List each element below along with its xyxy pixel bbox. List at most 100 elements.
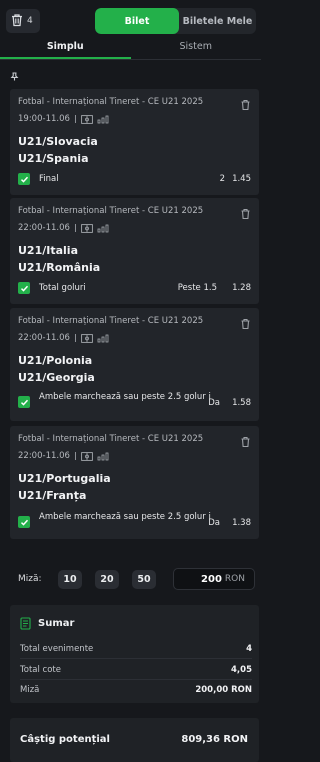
stats-icon	[97, 115, 109, 123]
clear-betslip-button[interactable]: 4	[6, 9, 40, 33]
check-icon	[20, 519, 28, 526]
odd-value: 1.58	[232, 398, 251, 408]
event-meta: 19:00-11.06	[18, 114, 109, 124]
trash-icon	[241, 436, 250, 448]
market-name: Ambele marchează sau peste 2.5 golur i	[39, 392, 211, 402]
quick-stake-10-button[interactable]: 10	[58, 570, 82, 589]
check-icon	[20, 176, 28, 183]
summary-panel: Sumar Total evenimente 4 Total cote 4,05…	[10, 605, 259, 703]
segment-biletele-mele[interactable]: Biletele Mele	[179, 8, 256, 34]
event-meta: 22:00-11.06	[18, 333, 109, 343]
league-name: Fotbal - Internațional Tineret - CE U21 …	[18, 316, 204, 326]
summary-row-stake: Miză 200,00 RON	[20, 685, 252, 695]
selection-card: Fotbal - Internațional Tineret - CE U21 …	[10, 198, 259, 304]
selection-card: Fotbal - Internațional Tineret - CE U21 …	[10, 89, 259, 195]
market-name: Final	[39, 174, 59, 184]
summary-label: Total evenimente	[20, 644, 94, 654]
odd-value: 1.38	[232, 518, 251, 528]
remove-selection-button[interactable]	[240, 205, 251, 224]
pick-value: Peste 1.5	[177, 283, 217, 293]
divider	[74, 115, 76, 123]
stake-input[interactable]: 200 RON	[173, 568, 255, 590]
check-icon	[20, 399, 28, 406]
away-team: U21/Georgia	[18, 371, 95, 384]
home-team: U21/Slovacia	[18, 135, 98, 148]
league-name: Fotbal - Internațional Tineret - CE U21 …	[18, 434, 204, 444]
tab-simplu[interactable]: Simplu	[0, 40, 131, 60]
divider	[74, 224, 76, 232]
summary-value: 4	[246, 644, 252, 654]
summary-value: 4,05	[231, 665, 252, 675]
home-team: U21/Italia	[18, 244, 78, 257]
trash-icon	[241, 99, 250, 111]
receipt-icon	[20, 617, 31, 630]
pick-value: Da	[208, 398, 220, 408]
event-time: 22:00-11.06	[18, 451, 70, 461]
odd-value: 1.28	[232, 283, 251, 293]
stats-icon	[97, 452, 109, 460]
stake-amount: 200	[201, 573, 222, 585]
remove-selection-button[interactable]	[240, 96, 251, 115]
field-icon	[81, 114, 93, 124]
field-icon	[81, 451, 93, 461]
potential-win-label: Câștig potențial	[20, 734, 110, 745]
divider	[74, 334, 76, 342]
pin-icon[interactable]	[10, 66, 19, 85]
trash-icon	[241, 318, 250, 330]
summary-header: Sumar	[20, 617, 74, 630]
stake-row: Miză: 10 20 50 200 RON	[10, 566, 259, 594]
betslip-segment: Bilet Biletele Mele	[95, 8, 256, 34]
divider	[74, 452, 76, 460]
potential-win-value: 809,36 RON	[181, 734, 248, 745]
trash-icon	[10, 12, 24, 31]
tabs-divider	[0, 59, 261, 60]
pick-value: 2	[219, 174, 225, 184]
field-icon	[81, 333, 93, 343]
selection-card: Fotbal - Internațional Tineret - CE U21 …	[10, 308, 259, 421]
odd-value: 1.45	[232, 174, 251, 184]
top-bar: 4 Bilet Biletele Mele	[0, 0, 261, 40]
selection-checkbox[interactable]	[18, 396, 30, 408]
divider	[20, 658, 252, 659]
stats-icon	[97, 334, 109, 342]
event-meta: 22:00-11.06	[18, 451, 109, 461]
summary-label: Miză	[20, 685, 40, 695]
remove-selection-button[interactable]	[240, 315, 251, 334]
away-team: U21/Spania	[18, 152, 89, 165]
away-team: U21/România	[18, 261, 101, 274]
summary-label: Total cote	[20, 665, 61, 675]
segment-bilet[interactable]: Bilet	[95, 8, 179, 34]
summary-value: 200,00 RON	[195, 685, 252, 695]
selection-checkbox[interactable]	[18, 282, 30, 294]
bet-count: 4	[27, 16, 33, 26]
summary-row-total-odds: Total cote 4,05	[20, 665, 252, 675]
market-name: Ambele marchează sau peste 2.5 golur i	[39, 512, 211, 522]
divider	[20, 679, 252, 680]
field-icon	[81, 223, 93, 233]
summary-row-total-events: Total evenimente 4	[20, 644, 252, 654]
event-time: 22:00-11.06	[18, 223, 70, 233]
selection-checkbox[interactable]	[18, 173, 30, 185]
tab-sistem[interactable]: Sistem	[131, 40, 262, 60]
stats-icon	[97, 224, 109, 232]
potential-win-panel: Câștig potențial 809,36 RON	[10, 718, 259, 762]
selection-checkbox[interactable]	[18, 516, 30, 528]
event-meta: 22:00-11.06	[18, 223, 109, 233]
bet-type-tabs: Simplu Sistem	[0, 40, 261, 60]
league-name: Fotbal - Internațional Tineret - CE U21 …	[18, 206, 204, 216]
event-time: 22:00-11.06	[18, 333, 70, 343]
stake-currency: RON	[224, 574, 245, 584]
pick-value: Da	[208, 518, 220, 528]
summary-title: Sumar	[38, 618, 75, 629]
quick-stake-20-button[interactable]: 20	[95, 570, 119, 589]
home-team: U21/Polonia	[18, 354, 93, 367]
quick-stake-50-button[interactable]: 50	[132, 570, 156, 589]
trash-icon	[241, 208, 250, 220]
event-time: 19:00-11.06	[18, 114, 70, 124]
stake-label: Miză:	[18, 574, 42, 584]
home-team: U21/Portugalia	[18, 472, 111, 485]
league-name: Fotbal - Internațional Tineret - CE U21 …	[18, 97, 204, 107]
selection-card: Fotbal - Internațional Tineret - CE U21 …	[10, 426, 259, 539]
remove-selection-button[interactable]	[240, 433, 251, 452]
away-team: U21/Franța	[18, 489, 87, 502]
